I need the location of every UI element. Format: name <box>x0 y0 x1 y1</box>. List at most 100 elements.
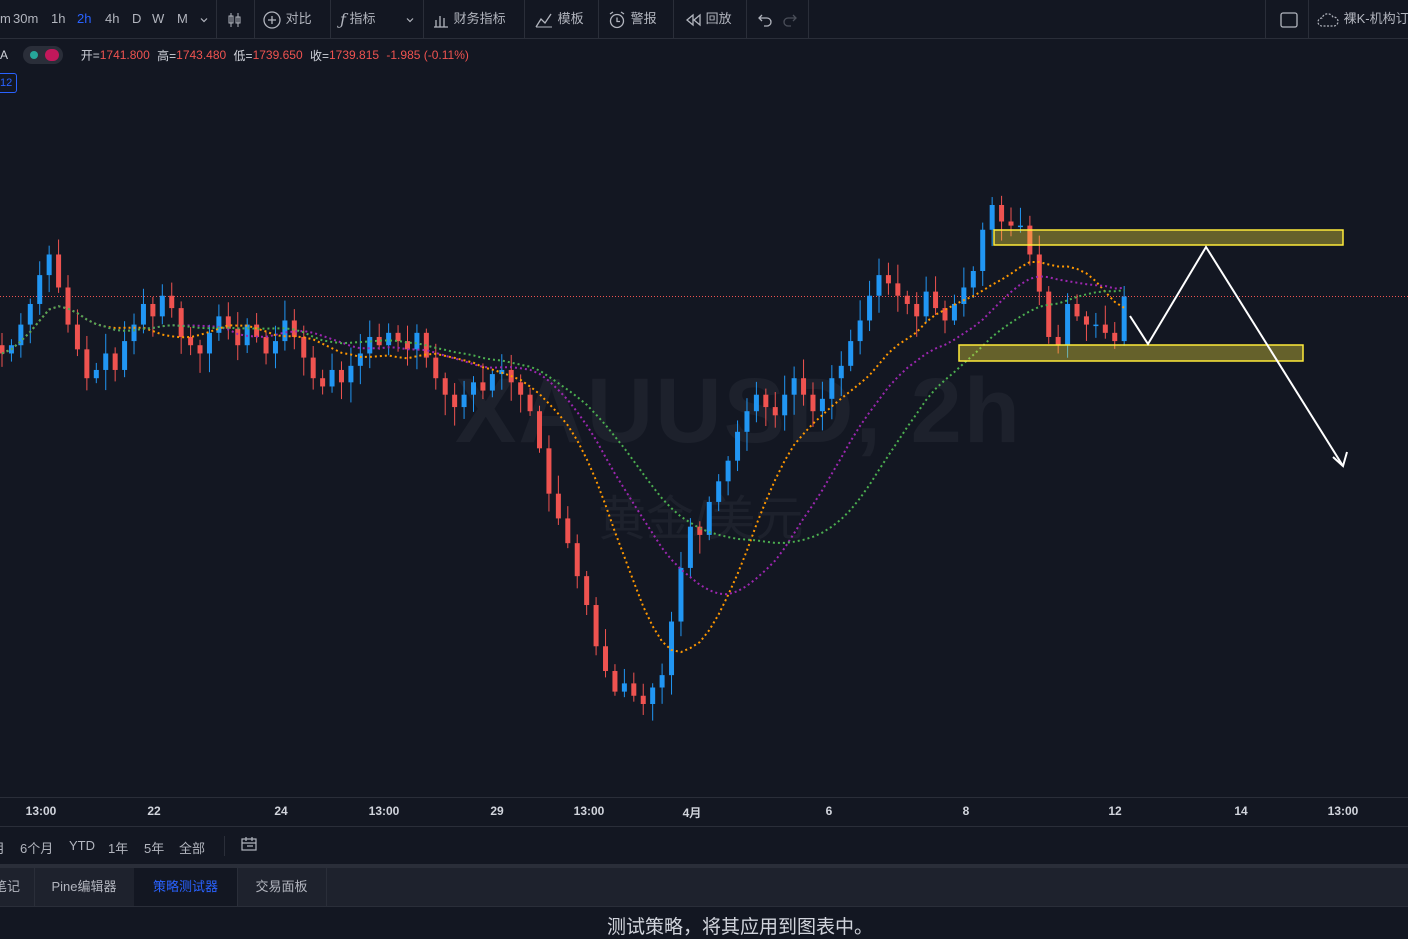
candle-body <box>782 394 788 416</box>
candle-body <box>301 336 307 358</box>
interval-30m[interactable]: 30m <box>13 0 38 38</box>
candle-body <box>461 394 467 408</box>
candle-body <box>612 671 618 692</box>
interval-dropdown-chevron-down-icon[interactable] <box>199 0 209 38</box>
ohlc-legend: A 开=1741.800 高=1743.480 低=1739.650 收=173… <box>0 46 469 66</box>
candle-body <box>867 295 873 321</box>
range-all[interactable]: 全部 <box>179 838 205 857</box>
candle-body <box>329 369 335 387</box>
candle-body <box>74 324 80 350</box>
candle-body <box>810 394 816 412</box>
interval-d[interactable]: D <box>132 0 141 38</box>
interval-w[interactable]: W <box>152 0 164 38</box>
candle-body <box>386 332 392 346</box>
candle-body <box>1102 324 1108 333</box>
candle-body <box>791 378 797 395</box>
compare-button[interactable]: 对比 <box>262 0 312 38</box>
candle-style-icon[interactable] <box>226 0 244 38</box>
goto-date-icon[interactable] <box>240 836 258 859</box>
toolbar-divider <box>524 0 525 38</box>
tab-strategy-tester[interactable]: 策略测试器 <box>134 868 238 906</box>
range-6m[interactable]: 6个月 <box>20 838 53 857</box>
visibility-toggle-icon[interactable] <box>23 46 64 64</box>
candle-body <box>442 378 448 395</box>
candle-body <box>140 303 146 325</box>
candle-body <box>621 683 627 692</box>
alert-button[interactable]: 警报 <box>607 0 657 38</box>
indicators-button[interactable]: ƒ 指标 <box>340 0 376 38</box>
ma-purple-line <box>1 275 1125 596</box>
candle-body <box>263 336 269 354</box>
financials-label: 财务指标 <box>453 11 506 26</box>
indicators-chevron-down-icon[interactable] <box>405 0 415 38</box>
x-tick: 13:00 <box>368 804 400 818</box>
candle-body <box>1093 324 1099 327</box>
candle-body <box>1046 291 1052 337</box>
alarm-clock-icon <box>609 11 625 28</box>
candle-body <box>801 378 807 395</box>
interval-4h[interactable]: 4h <box>105 0 119 38</box>
chart-pane[interactable]: XAUUSD, 2h 黄金/美元 <box>0 39 1408 797</box>
x-tick: 12 <box>1108 804 1122 818</box>
redo-icon[interactable] <box>782 0 800 38</box>
x-tick: 6 <box>825 804 833 818</box>
range-1y[interactable]: 1年 <box>108 838 128 857</box>
bottom-panel-tabs: 笔记 Pine编辑器 策略测试器 交易面板 <box>0 868 1408 907</box>
candle-body <box>989 205 995 230</box>
resistance-zone[interactable] <box>993 229 1344 246</box>
x-tick: 13:00 <box>25 804 57 818</box>
change-value: -1.985 <box>386 48 421 62</box>
close-value: 1739.815 <box>328 48 380 62</box>
time-axis[interactable]: 13:00 22 24 13:00 29 13:00 4月 6 8 12 14 … <box>0 797 1408 826</box>
interval-m[interactable]: m <box>0 0 11 38</box>
templates-button[interactable]: 模板 <box>534 0 584 38</box>
candle-body <box>197 345 203 354</box>
candle-body <box>1065 303 1071 346</box>
candle-body <box>37 275 43 304</box>
tab-trading-panel[interactable]: 交易面板 <box>237 868 327 906</box>
toolbar-divider <box>746 0 747 38</box>
candle-body <box>961 287 967 304</box>
tab-notes[interactable]: 笔记 <box>0 868 35 906</box>
candle-body <box>122 341 128 370</box>
candle-body <box>603 646 609 672</box>
candle-body <box>848 341 854 366</box>
interval-1h[interactable]: 1h <box>51 0 65 38</box>
fullscreen-square-icon[interactable] <box>1279 0 1299 38</box>
range-ytd[interactable]: YTD <box>69 838 95 853</box>
candle-body <box>367 336 373 354</box>
undo-icon[interactable] <box>755 0 773 38</box>
open-label: 开= <box>80 48 100 63</box>
rewind-icon <box>685 13 701 26</box>
candle-body <box>1017 225 1023 228</box>
support-zone[interactable] <box>958 344 1304 362</box>
candle-body <box>1055 336 1061 346</box>
financials-button[interactable]: 财务指标 <box>432 0 506 38</box>
candle-body <box>527 394 533 412</box>
indicators-label: 指标 <box>349 11 376 26</box>
add-circle-icon <box>263 10 281 29</box>
candle-body <box>206 332 212 354</box>
candles <box>0 195 1127 721</box>
candle-body <box>537 411 543 449</box>
high-label: 高= <box>157 48 177 63</box>
range-5y[interactable]: 5年 <box>144 838 164 857</box>
interval-m-month[interactable]: M <box>177 0 188 38</box>
candle-body <box>27 303 33 325</box>
candle-body <box>169 295 175 309</box>
interval-2h[interactable]: 2h <box>77 0 91 38</box>
candle-body <box>254 324 260 337</box>
candle-body <box>1083 316 1089 325</box>
replay-button[interactable]: 回放 <box>684 0 732 38</box>
template-chart-icon <box>535 13 552 28</box>
candle-body <box>876 275 882 296</box>
toolbar-divider <box>598 0 599 38</box>
toolbar-divider <box>808 0 809 38</box>
range-month[interactable]: 月 <box>0 838 5 857</box>
study-tag[interactable]: 12 <box>0 73 17 93</box>
account-layout-button[interactable]: 裸K-机构订 <box>1316 0 1408 38</box>
tab-pine-editor[interactable]: Pine编辑器 <box>34 868 135 906</box>
candle-body <box>159 295 165 317</box>
candle-body <box>640 695 646 704</box>
price-chart[interactable] <box>0 39 1408 797</box>
